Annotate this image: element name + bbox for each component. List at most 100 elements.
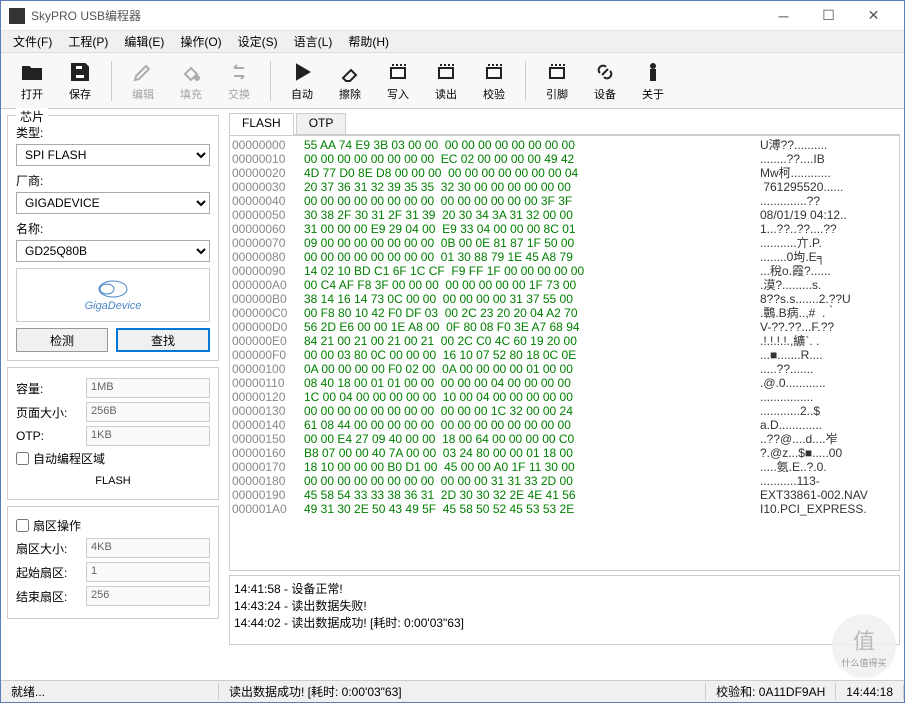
hex-row[interactable]: 000000E084 21 00 21 00 21 00 21 00 2C C0… — [232, 334, 897, 348]
menu-item-6[interactable]: 帮助(H) — [340, 31, 397, 52]
info-group: 容量:1MB 页面大小:256B OTP:1KB 自动编程区域 FLASH — [7, 367, 219, 500]
autoprog-checkbox[interactable] — [16, 452, 29, 465]
chip-v-icon: V — [482, 60, 506, 84]
hex-row[interactable]: 000001201C 00 04 00 00 00 00 00 10 00 04… — [232, 390, 897, 404]
toolbar-write-label: 写入 — [387, 86, 409, 102]
hex-row[interactable]: 000000204D 77 D0 8E D8 00 00 00 00 00 00… — [232, 166, 897, 180]
toolbar-write-button[interactable]: W写入 — [375, 57, 421, 105]
vendor-select[interactable]: GIGADEVICE — [16, 192, 210, 214]
menu-item-2[interactable]: 编辑(E) — [116, 31, 172, 52]
toolbar-open-button[interactable]: 打开 — [9, 57, 55, 105]
toolbar-read-button[interactable]: R读出 — [423, 57, 469, 105]
hex-row[interactable]: 0000019045 58 54 33 33 38 36 31 2D 30 30… — [232, 488, 897, 502]
close-button[interactable]: ✕ — [851, 2, 896, 30]
toolbar-verify-button[interactable]: V校验 — [471, 57, 517, 105]
capacity-value: 1MB — [86, 378, 210, 398]
hex-row[interactable]: 0000017018 10 00 00 00 B0 D1 00 45 00 00… — [232, 460, 897, 474]
hex-ascii: ........??....IB — [752, 152, 825, 166]
hex-row[interactable]: 000000F000 00 03 80 0C 00 00 00 16 10 07… — [232, 348, 897, 362]
toolbar-pin-button[interactable]: P引脚 — [534, 57, 580, 105]
minimize-button[interactable]: ─ — [761, 2, 806, 30]
toolbar-device-button[interactable]: 设备 — [582, 57, 628, 105]
toolbar-device-label: 设备 — [594, 86, 616, 102]
find-button[interactable]: 查找 — [116, 328, 210, 352]
log-line: 14:44:02 - 读出数据成功! [耗时: 0:00'03"63] — [234, 614, 895, 631]
hex-address: 000000B0 — [232, 292, 304, 306]
hex-ascii: Mw柯............ — [752, 166, 831, 180]
toolbar-erase-button[interactable]: 擦除 — [327, 57, 373, 105]
name-label: 名称: — [16, 220, 210, 237]
toolbar-auto-button[interactable]: 自动 — [279, 57, 325, 105]
hex-row[interactable]: 0000003020 37 36 31 32 39 35 35 32 30 00… — [232, 180, 897, 194]
detect-button[interactable]: 检测 — [16, 328, 108, 352]
hex-address: 00000090 — [232, 264, 304, 278]
hex-address: 00000120 — [232, 390, 304, 404]
type-select[interactable]: SPI FLASH — [16, 144, 210, 166]
toolbar-save-button[interactable]: 保存 — [57, 57, 103, 105]
sector-end-value: 256 — [86, 586, 210, 606]
name-select[interactable]: GD25Q80B — [16, 240, 210, 262]
hex-row[interactable]: 000000B038 14 16 14 73 0C 00 00 00 00 00… — [232, 292, 897, 306]
toolbar-swap-button: 交换 — [216, 57, 262, 105]
hex-row[interactable]: 000001A049 31 30 2E 50 43 49 5F 45 58 50… — [232, 502, 897, 516]
hex-bytes: 61 08 44 00 00 00 00 00 00 00 00 00 00 0… — [304, 418, 752, 432]
link-icon — [593, 60, 617, 84]
hex-row[interactable]: 00000160B8 07 00 00 40 7A 00 00 03 24 80… — [232, 446, 897, 460]
hex-address: 00000140 — [232, 418, 304, 432]
toolbar-pin-label: 引脚 — [546, 86, 568, 102]
hex-row[interactable]: 0000004000 00 00 00 00 00 00 00 00 00 00… — [232, 194, 897, 208]
vendor-logo: GigaDevice — [16, 268, 210, 322]
hex-ascii: ...........113- — [752, 474, 820, 488]
toolbar-save-label: 保存 — [69, 86, 91, 102]
statusbar: 就绪... 读出数据成功! [耗时: 0:00'03"63] 校验和: 0A11… — [1, 680, 904, 702]
app-icon — [9, 8, 25, 24]
hex-row[interactable]: 0000005030 38 2F 30 31 2F 31 39 20 30 34… — [232, 208, 897, 222]
hex-row[interactable]: 0000018000 00 00 00 00 00 00 00 00 00 00… — [232, 474, 897, 488]
hex-row[interactable]: 000000A000 C4 AF F8 3F 00 00 00 00 00 00… — [232, 278, 897, 292]
hex-address: 000000F0 — [232, 348, 304, 362]
hex-ascii: I10.PCI_EXPRESS. — [752, 502, 867, 516]
hex-row[interactable]: 0000013000 00 00 00 00 00 00 00 00 00 00… — [232, 404, 897, 418]
hex-address: 000000A0 — [232, 278, 304, 292]
hex-viewer[interactable]: 0000000055 AA 74 E9 3B 03 00 00 00 00 00… — [229, 135, 900, 571]
hex-address: 000001A0 — [232, 502, 304, 516]
hex-address: 00000110 — [232, 376, 304, 390]
menu-item-0[interactable]: 文件(F) — [5, 31, 60, 52]
hex-row[interactable]: 0000007009 00 00 00 00 00 00 00 0B 00 0E… — [232, 236, 897, 250]
hex-address: 00000030 — [232, 180, 304, 194]
hex-row[interactable]: 0000008000 00 00 00 00 00 00 00 01 30 88… — [232, 250, 897, 264]
menu-item-5[interactable]: 语言(L) — [286, 31, 341, 52]
hex-bytes: 31 00 00 00 E9 29 04 00 E9 33 04 00 00 0… — [304, 222, 752, 236]
menu-item-3[interactable]: 操作(O) — [172, 31, 229, 52]
hex-row[interactable]: 000000C000 F8 80 10 42 F0 DF 03 00 2C 23… — [232, 306, 897, 320]
hex-row[interactable]: 0000006031 00 00 00 E9 29 04 00 E9 33 04… — [232, 222, 897, 236]
hex-row[interactable]: 0000009014 02 10 BD C1 6F 1C CF F9 FF 1F… — [232, 264, 897, 278]
toolbar-auto-label: 自动 — [291, 86, 313, 102]
hex-row[interactable]: 0000000055 AA 74 E9 3B 03 00 00 00 00 00… — [232, 138, 897, 152]
hex-ascii: 761295520...... — [752, 180, 843, 194]
hex-row[interactable]: 000001000A 00 00 00 00 F0 02 00 0A 00 00… — [232, 362, 897, 376]
hex-ascii: 8??s.s.......2.??U — [752, 292, 851, 306]
toolbar-swap-label: 交换 — [228, 86, 250, 102]
hex-row[interactable]: 000000D056 2D E6 00 00 1E A8 00 0F 80 08… — [232, 320, 897, 334]
toolbar: 打开保存编辑填充交换自动擦除W写入R读出V校验P引脚设备关于 — [1, 53, 904, 109]
menu-item-4[interactable]: 设定(S) — [230, 31, 286, 52]
sector-checkbox[interactable] — [16, 519, 29, 532]
menu-item-1[interactable]: 工程(P) — [60, 31, 116, 52]
tab-flash[interactable]: FLASH — [229, 113, 294, 135]
toolbar-edit-label: 编辑 — [132, 86, 154, 102]
toolbar-about-button[interactable]: 关于 — [630, 57, 676, 105]
hex-bytes: 14 02 10 BD C1 6F 1C CF F9 FF 1F 00 00 0… — [304, 264, 752, 278]
hex-row[interactable]: 0000001000 00 00 00 00 00 00 00 EC 02 00… — [232, 152, 897, 166]
sector-end-label: 结束扇区: — [16, 588, 86, 605]
hex-address: 00000070 — [232, 236, 304, 250]
tab-otp[interactable]: OTP — [296, 113, 347, 134]
hex-row[interactable]: 0000014061 08 44 00 00 00 00 00 00 00 00… — [232, 418, 897, 432]
hex-bytes: 00 00 00 00 00 00 00 00 00 00 00 31 31 3… — [304, 474, 752, 488]
maximize-button[interactable]: ☐ — [806, 2, 851, 30]
log-area[interactable]: 14:41:58 - 设备正常!14:43:24 - 读出数据失败!14:44:… — [229, 575, 900, 645]
hex-row[interactable]: 0000015000 00 E4 27 09 40 00 00 18 00 64… — [232, 432, 897, 446]
pagesize-label: 页面大小: — [16, 404, 86, 421]
hex-row[interactable]: 0000011008 40 18 00 01 01 00 00 00 00 00… — [232, 376, 897, 390]
hex-address: 00000000 — [232, 138, 304, 152]
